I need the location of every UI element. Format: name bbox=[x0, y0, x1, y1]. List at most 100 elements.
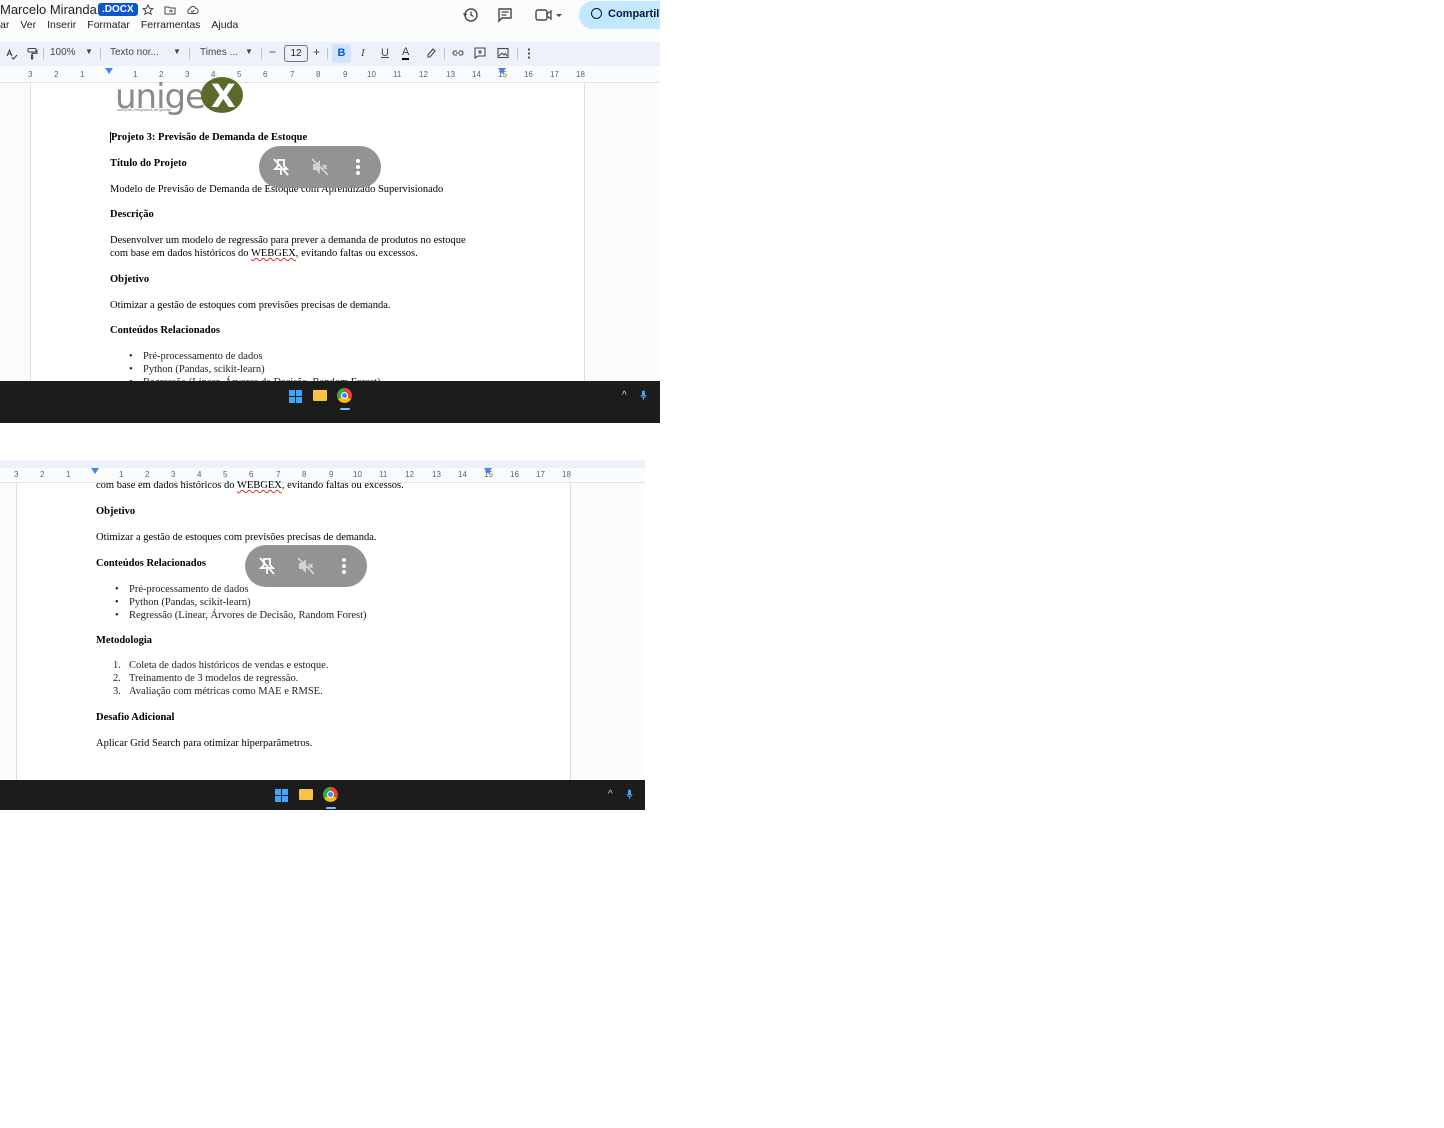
insert-image-icon[interactable] bbox=[497, 47, 509, 59]
formatting-toolbar: 100% ▼ Texto nor... ▼ Times ... ▼ − 12 +… bbox=[0, 42, 660, 66]
mute-icon[interactable] bbox=[310, 157, 330, 177]
ruler-tick: 10 bbox=[353, 470, 362, 479]
conteudos-list: • Pré-processamento de dados • Python (Pan… bbox=[115, 584, 367, 622]
list-item: • Pré-processamento de dados bbox=[129, 351, 263, 362]
ruler-tick: 8 bbox=[302, 470, 307, 479]
objetivo-text: Otimizar a gestão de estoques com previs… bbox=[110, 300, 391, 311]
share-button[interactable]: Compartilh bbox=[579, 1, 660, 29]
ruler-tick: 3 bbox=[171, 470, 176, 479]
ruler-tick: 12 bbox=[419, 70, 428, 79]
paragraph-style-select[interactable]: Texto nor... bbox=[110, 47, 159, 58]
unpin-icon[interactable] bbox=[257, 556, 277, 576]
ruler-tick: 13 bbox=[432, 470, 441, 479]
list-item: • Python (Pandas, scikit-learn) bbox=[129, 363, 265, 375]
ruler-tick: 11 bbox=[393, 70, 402, 79]
ruler-tick: 17 bbox=[550, 70, 559, 79]
cloud-status-icon[interactable] bbox=[186, 4, 199, 16]
menu-ajuda[interactable]: Ajuda bbox=[211, 19, 238, 31]
paint-format-icon[interactable] bbox=[26, 47, 38, 60]
meet-icon[interactable] bbox=[535, 8, 563, 22]
ruler[interactable]: 3 2 1 1 2 3 4 5 6 7 8 9 10 11 12 13 14 1… bbox=[0, 68, 660, 83]
text-color-button[interactable]: A bbox=[402, 47, 410, 60]
document-page[interactable]: unige X soluções integradas de gestão Pr… bbox=[30, 77, 585, 388]
highlight-icon[interactable] bbox=[425, 47, 437, 60]
microphone-icon[interactable] bbox=[626, 789, 633, 800]
document-page[interactable]: com base em dados históricos do WEBGEX, … bbox=[16, 480, 571, 780]
underline-button[interactable]: U bbox=[381, 47, 389, 59]
chrome-icon[interactable] bbox=[337, 388, 352, 403]
file-explorer-icon[interactable] bbox=[299, 789, 313, 800]
menu-ferramentas[interactable]: Ferramentas bbox=[141, 19, 201, 31]
screenshot-frame-top: Marcelo Miranda .DOCX ar Ver Inserir Format… bbox=[0, 0, 660, 423]
ruler-tick: 9 bbox=[329, 470, 334, 479]
more-vert-icon[interactable] bbox=[339, 556, 349, 576]
heading-objetivo: Objetivo bbox=[110, 274, 150, 285]
windows-start-icon[interactable] bbox=[289, 390, 302, 403]
ruler-tick: 6 bbox=[249, 470, 254, 479]
spellcheck-icon[interactable] bbox=[5, 47, 18, 60]
list-item: • Python (Pandas, scikit-learn) bbox=[115, 596, 251, 608]
font-size-input[interactable]: 12 bbox=[284, 45, 308, 62]
descricao-line-2: com base em dados históricos do WEBGEX, … bbox=[96, 480, 404, 491]
chrome-icon[interactable] bbox=[323, 787, 338, 802]
descricao-line-2: com base em dados históricos do WEBGEX, … bbox=[110, 248, 418, 259]
style-dropdown-icon[interactable]: ▼ bbox=[173, 47, 181, 56]
zoom-select[interactable]: 100% bbox=[50, 47, 76, 58]
active-app-indicator bbox=[340, 408, 350, 410]
tray-overflow-icon[interactable]: ^ bbox=[608, 789, 613, 800]
ruler-tick: 5 bbox=[237, 70, 242, 79]
microphone-icon[interactable] bbox=[640, 390, 647, 401]
ruler-tick: 3 bbox=[14, 470, 19, 479]
version-history-icon[interactable] bbox=[462, 7, 479, 23]
docx-badge: .DOCX bbox=[98, 3, 138, 16]
ruler-tick: 6 bbox=[263, 70, 268, 79]
menu-formatar[interactable]: Formatar bbox=[87, 19, 130, 31]
menu-inserir[interactable]: Inserir bbox=[47, 19, 76, 31]
menu-bar: ar Ver Inserir Formatar Ferramentas Ajuda bbox=[0, 19, 249, 31]
increase-font-button[interactable]: + bbox=[313, 45, 320, 59]
ruler-tick: 10 bbox=[367, 70, 376, 79]
ruler-tick: 14 bbox=[472, 70, 481, 79]
more-vert-icon[interactable] bbox=[353, 157, 363, 177]
metodologia-list: 1. Coleta de dados históricos de vendas e… bbox=[113, 660, 329, 698]
heading-objetivo: Objetivo bbox=[96, 506, 136, 517]
ruler-tick: 4 bbox=[197, 470, 202, 479]
ruler-tick: 17 bbox=[536, 470, 545, 479]
left-indent-marker[interactable] bbox=[105, 68, 113, 74]
more-options-icon[interactable] bbox=[527, 47, 531, 60]
windows-start-icon[interactable] bbox=[275, 789, 288, 802]
globe-icon bbox=[591, 8, 602, 19]
insert-comment-icon[interactable] bbox=[474, 47, 486, 59]
font-dropdown-icon[interactable]: ▼ bbox=[245, 47, 253, 56]
move-folder-icon[interactable] bbox=[164, 4, 176, 16]
list-item: 3. Avaliação com métricas como MAE e RMSE… bbox=[113, 685, 323, 697]
heading-conteudos: Conteúdos Relacionados bbox=[96, 558, 206, 569]
ruler-tick: 2 bbox=[145, 470, 150, 479]
italic-button[interactable]: I bbox=[361, 47, 365, 59]
zoom-dropdown-icon[interactable]: ▼ bbox=[85, 47, 93, 56]
ruler-tick: 18 bbox=[576, 70, 585, 79]
font-select[interactable]: Times ... bbox=[200, 47, 238, 58]
menu-editar[interactable]: ar bbox=[0, 19, 9, 31]
objetivo-text: Otimizar a gestão de estoques com previs… bbox=[96, 532, 377, 543]
file-explorer-icon[interactable] bbox=[313, 390, 327, 401]
misspelled-word[interactable]: WEBGEX bbox=[237, 480, 282, 491]
tray-overflow-icon[interactable]: ^ bbox=[622, 390, 627, 401]
comments-icon[interactable] bbox=[497, 7, 513, 23]
misspelled-word[interactable]: WEBGEX bbox=[251, 248, 296, 259]
link-icon[interactable] bbox=[451, 48, 465, 58]
star-icon[interactable] bbox=[142, 4, 154, 16]
decrease-font-button[interactable]: − bbox=[269, 45, 276, 59]
document-title[interactable]: Marcelo Miranda bbox=[0, 2, 97, 17]
menu-ver[interactable]: Ver bbox=[20, 19, 36, 31]
descricao-line-1: Desenvolver um modelo de regressão para … bbox=[110, 235, 466, 246]
logo-tagline: soluções integradas de gestão bbox=[117, 107, 172, 112]
left-indent-marker[interactable] bbox=[91, 468, 99, 474]
unpin-icon[interactable] bbox=[271, 157, 291, 177]
mute-icon[interactable] bbox=[296, 556, 316, 576]
desafio-text: Aplicar Grid Search para otimizar hiperp… bbox=[96, 738, 313, 749]
bold-button[interactable]: B bbox=[332, 44, 351, 63]
ruler-tick: 2 bbox=[54, 70, 59, 79]
list-item: 1. Coleta de dados históricos de vendas e… bbox=[113, 660, 329, 671]
ruler-tick: 9 bbox=[343, 70, 348, 79]
